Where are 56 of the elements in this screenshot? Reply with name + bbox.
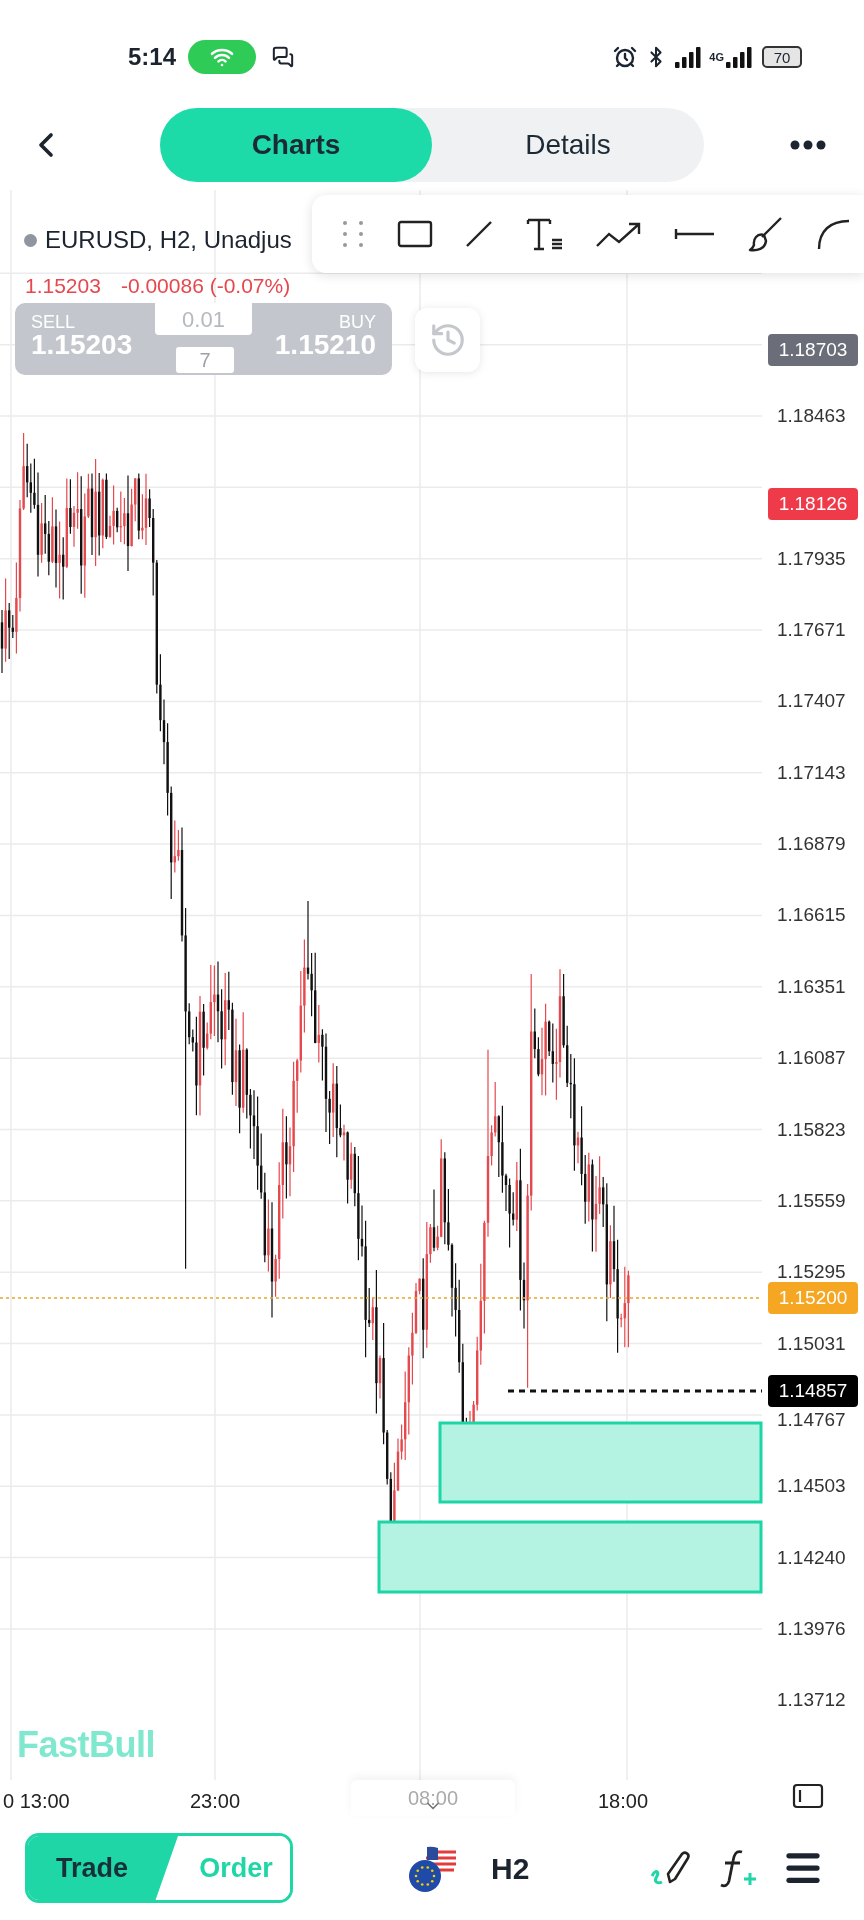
alarm-icon	[613, 45, 638, 69]
time-axis-label: 18:00	[598, 1789, 649, 1814]
rectangle-tool-icon[interactable]	[396, 219, 433, 249]
time-marker[interactable]: 08:00	[351, 1780, 515, 1816]
buy-button[interactable]: 1.15210	[274, 331, 376, 359]
price-axis-label: 1.16615	[777, 905, 846, 925]
price-axis-label: 1.13712	[777, 1690, 846, 1710]
tab[interactable]: Charts	[160, 108, 432, 182]
price-axis-label: 1.15823	[777, 1119, 846, 1139]
sell-label: SELL	[31, 311, 76, 334]
price-axis-label: 1.17671	[777, 620, 846, 640]
price-axis-label: 1.15031	[777, 1333, 846, 1353]
status-time: 5:14	[128, 42, 177, 72]
price-axis-label: 1.17143	[777, 762, 846, 782]
price-axis-label: 1.14503	[777, 1476, 846, 1496]
more-icon	[790, 140, 826, 150]
panel-toggle-icon[interactable]	[792, 1783, 824, 1809]
price-axis-label: 1.16879	[777, 834, 846, 854]
arc-tool-icon[interactable]	[815, 217, 852, 251]
horizontal-line-icon[interactable]	[674, 226, 717, 242]
battery-indicator: 70	[762, 46, 802, 68]
tab[interactable]: Details	[432, 108, 704, 182]
price-change: -0.00086 (-0.07%)	[120, 273, 291, 299]
hotspot-indicator	[188, 40, 257, 74]
price-axis-label: 1.17407	[777, 691, 846, 711]
price-axis-label: 1.16087	[777, 1048, 846, 1068]
price-axis-label: 1.13976	[777, 1618, 846, 1638]
price-badge: 1.18703	[768, 334, 858, 366]
symbol-title: EURUSD, H2, Unadjus	[45, 225, 292, 255]
price-axis-label: 1.15559	[777, 1190, 846, 1210]
price-axis-label: 1.18463	[777, 406, 846, 425]
time-axis-label: 23:00	[190, 1789, 241, 1814]
price-axis-label: 1.14767	[777, 1409, 846, 1429]
price-axis-label: 1.17935	[777, 548, 846, 568]
chat-icon	[272, 46, 295, 68]
signal-icon	[724, 46, 754, 68]
price-badge: 1.18126	[768, 488, 858, 520]
price-axis-label: 1.16351	[777, 976, 846, 996]
network-type: 4G	[709, 52, 724, 63]
buy-label: BUY	[339, 311, 376, 334]
drag-handle-icon[interactable]	[340, 218, 366, 250]
price-line[interactable]	[508, 1389, 762, 1393]
app-logo: FastBull	[17, 1723, 155, 1767]
signal-icon	[673, 46, 704, 68]
spread-value: 7	[176, 347, 234, 373]
lot-field[interactable]: 0.01	[155, 303, 252, 335]
price-axis-label: 1.14240	[777, 1547, 846, 1567]
sell-button[interactable]: 1.15203	[31, 331, 133, 359]
text-tool-icon[interactable]	[524, 216, 565, 252]
price-badge: 1.15200	[768, 1282, 858, 1314]
mode-tab[interactable]: Trade	[28, 1836, 178, 1900]
price-axis-label: 1.15295	[777, 1262, 846, 1282]
time-axis-label: 0 13:00	[3, 1789, 70, 1814]
price-badge: 1.14857	[768, 1375, 858, 1407]
timeframe-selector[interactable]: H2	[491, 1845, 530, 1891]
last-price: 1.15203	[25, 273, 101, 299]
